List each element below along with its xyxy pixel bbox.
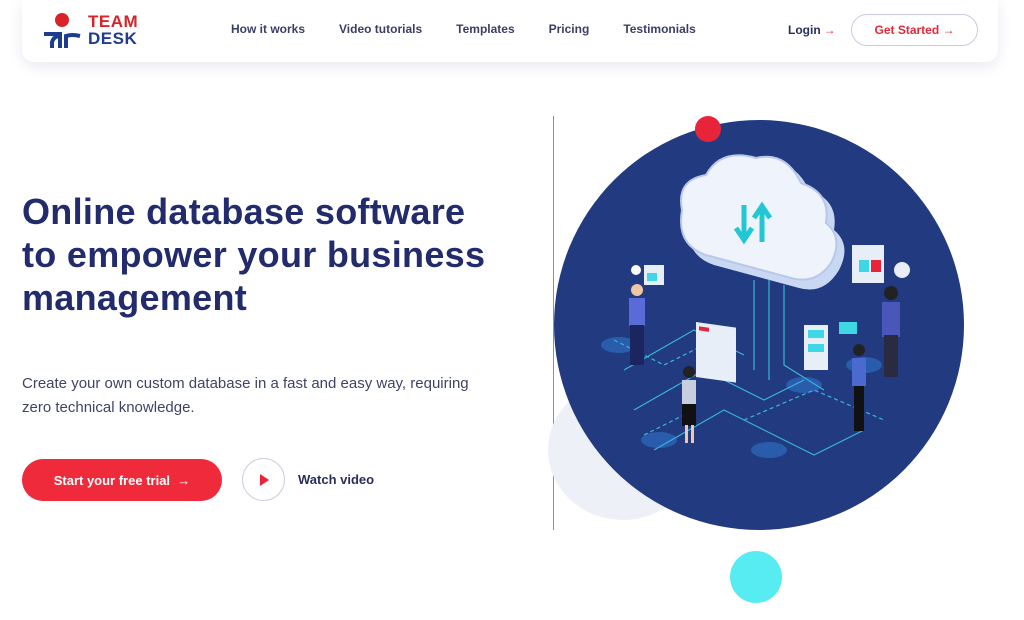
decorative-cyan-dot <box>730 551 782 603</box>
watch-video-link[interactable]: Watch video <box>298 472 374 487</box>
cloud-database-illustration <box>601 154 910 458</box>
logo-text: TEAM DESK <box>88 13 138 47</box>
login-link[interactable]: Login → <box>788 23 836 37</box>
play-icon <box>259 473 269 486</box>
people <box>629 284 900 443</box>
hero-illustration <box>554 120 964 530</box>
nav-item-templates[interactable]: Templates <box>456 22 514 36</box>
arrow-right-icon: → <box>823 23 836 37</box>
nav-item-video-tutorials[interactable]: Video tutorials <box>339 22 422 36</box>
nav-item-testimonials[interactable]: Testimonials <box>623 22 695 36</box>
circuit-lines <box>613 280 885 456</box>
nav-item-how-it-works[interactable]: How it works <box>231 22 305 36</box>
login-label: Login <box>788 23 821 37</box>
hero-subtitle: Create your own custom database in a fas… <box>22 375 469 416</box>
play-video-button[interactable] <box>242 458 285 501</box>
arrow-right-icon: → <box>942 23 955 37</box>
main-nav: How it works Video tutorials Templates P… <box>231 22 730 36</box>
hero-title: Online database software to empower your… <box>22 191 486 318</box>
cloud-icon <box>680 154 845 290</box>
site-header: TEAM DESK How it works Video tutorials T… <box>22 0 998 62</box>
logo-text-team: TEAM <box>88 12 139 31</box>
logo-text-desk: DESK <box>88 29 138 48</box>
nav-item-pricing[interactable]: Pricing <box>549 22 590 36</box>
start-free-trial-button[interactable]: Start your free trial → <box>22 459 222 501</box>
get-started-button[interactable]: Get Started → <box>851 14 978 46</box>
get-started-label: Get Started <box>874 23 940 37</box>
logo-mark-icon <box>44 13 81 48</box>
teamdesk-logo[interactable]: TEAM DESK <box>42 12 172 52</box>
decorative-red-dot <box>695 116 721 142</box>
arrow-right-icon: → <box>177 472 191 488</box>
cta-label: Start your free trial <box>53 472 171 488</box>
